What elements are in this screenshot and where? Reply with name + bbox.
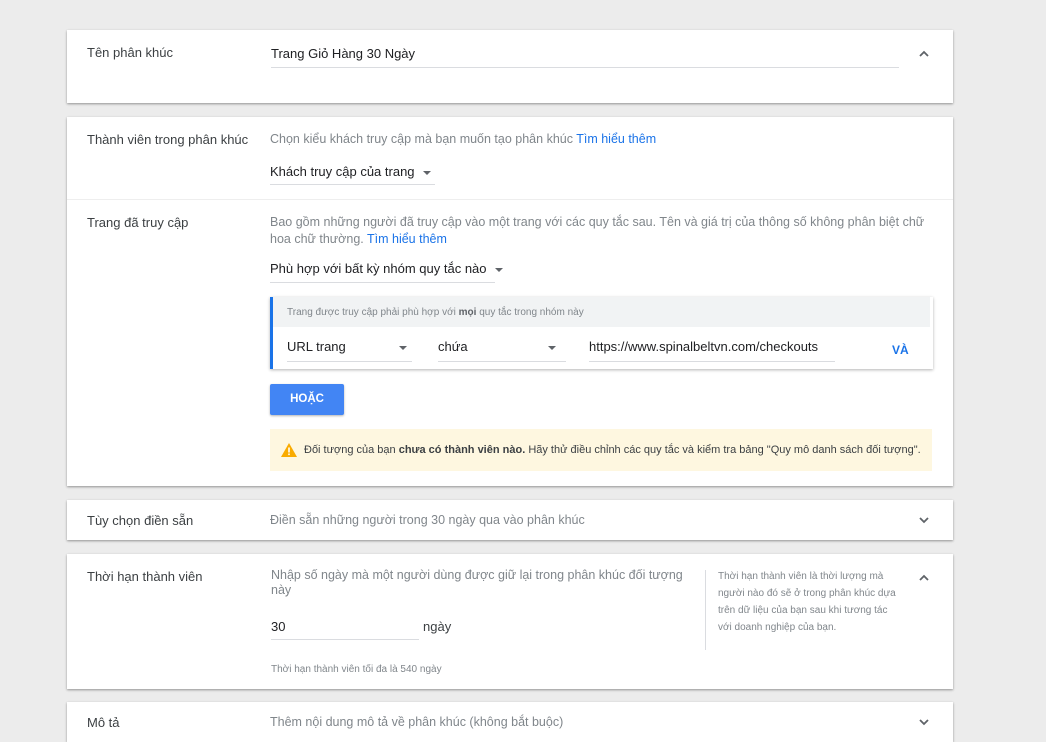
segment-name-label: Tên phân khúc — [87, 45, 174, 60]
rule-operator-value: chứa — [438, 339, 468, 354]
rule-header-suffix: quy tắc trong nhóm này — [479, 307, 584, 318]
segment-name-card: Tên phân khúc Trang Giỏ Hàng 30 Ngày — [67, 30, 953, 103]
prefill-card[interactable]: Tùy chọn điền sẵn Điền sẵn những người t… — [67, 500, 953, 540]
section-divider — [67, 199, 953, 200]
chevron-up-icon[interactable] — [917, 571, 931, 585]
visited-page-description: Bao gồm những người đã truy cập vào một … — [270, 214, 935, 248]
members-card: Thành viên trong phân khúc Chọn kiểu khá… — [67, 117, 953, 486]
segment-name-input[interactable]: Trang Giỏ Hàng 30 Ngày — [271, 46, 415, 61]
members-label: Thành viên trong phân khúc — [87, 132, 249, 147]
and-button[interactable]: VÀ — [892, 343, 909, 357]
visited-page-label: Trang đã truy cập — [87, 215, 189, 230]
warning-text: Đối tượng của bạn chưa có thành viên nào… — [304, 444, 921, 456]
rule-field-dropdown[interactable]: URL trang — [287, 339, 407, 354]
duration-input[interactable]: 30 — [271, 619, 285, 634]
chevron-down-icon[interactable] — [917, 513, 931, 527]
rule-operator-underline — [438, 361, 566, 362]
match-mode-underline — [270, 282, 495, 283]
warning-bold: chưa có thành viên nào. — [398, 444, 526, 456]
warning-icon — [281, 443, 297, 457]
or-button[interactable]: HOẶC — [270, 384, 344, 415]
rule-group-header-text: Trang được truy cập phải phù hợp với mọi… — [287, 307, 584, 318]
match-mode-value: Phù hợp với bất kỳ nhóm quy tắc nào — [270, 261, 487, 276]
prefill-description: Điền sẵn những người trong 30 ngày qua v… — [270, 513, 585, 527]
dropdown-arrow-icon — [494, 267, 503, 272]
rule-header-prefix: Trang được truy cập phải phù hợp với — [287, 307, 456, 318]
members-learn-more-link[interactable]: Tìm hiểu thêm — [576, 132, 656, 146]
dropdown-arrow-icon — [548, 346, 556, 350]
duration-unit: ngày — [423, 619, 452, 634]
warning-banner: Đối tượng của bạn chưa có thành viên nào… — [270, 429, 932, 471]
visitor-type-value: Khách truy cập của trang — [270, 164, 415, 179]
description-placeholder[interactable]: Thêm nội dung mô tả về phân khúc (không … — [270, 715, 563, 729]
duration-card: Thời hạn thành viên Nhập số ngày mà một … — [67, 554, 953, 689]
dropdown-arrow-icon — [399, 346, 407, 350]
dropdown-arrow-icon — [422, 170, 431, 175]
prefill-label: Tùy chọn điền sẵn — [87, 513, 194, 528]
rule-header-bold: mọi — [458, 307, 477, 318]
duration-description: Nhập số ngày mà một người dùng được giữ … — [271, 568, 683, 597]
chevron-up-icon[interactable] — [917, 47, 931, 61]
visitor-type-dropdown[interactable]: Khách truy cập của trang — [270, 164, 431, 179]
segment-name-underline — [271, 67, 899, 68]
duration-help-text: Thời hạn thành viên là thời lượng mà ngư… — [718, 571, 896, 633]
rule-value-input[interactable]: https://www.spinalbeltvn.com/checkouts — [589, 339, 818, 354]
rule-field-value: URL trang — [287, 339, 346, 354]
match-mode-dropdown[interactable]: Phù hợp với bất kỳ nhóm quy tắc nào — [270, 261, 503, 276]
rule-operator-dropdown[interactable]: chứa — [438, 339, 556, 354]
warning-prefix: Đối tượng của bạn — [304, 444, 396, 456]
duration-max-note: Thời hạn thành viên tối đa là 540 ngày — [271, 664, 442, 675]
warning-suffix: Hãy thử điều chỉnh các quy tắc và kiểm t… — [528, 444, 921, 456]
duration-input-underline — [271, 639, 419, 640]
members-description: Chọn kiểu khách truy cập mà bạn muốn tạo… — [270, 132, 656, 146]
help-divider — [705, 570, 706, 650]
rule-group: Trang được truy cập phải phù hợp với mọi… — [270, 297, 933, 369]
rule-field-underline — [287, 361, 412, 362]
members-description-text: Chọn kiểu khách truy cập mà bạn muốn tạo… — [270, 132, 573, 146]
rule-value-underline — [589, 361, 835, 362]
visited-page-learn-more-link[interactable]: Tìm hiểu thêm — [367, 232, 447, 246]
visitor-type-underline — [270, 184, 435, 185]
chevron-down-icon[interactable] — [917, 715, 931, 729]
description-card[interactable]: Mô tả Thêm nội dung mô tả về phân khúc (… — [67, 702, 953, 742]
duration-label: Thời hạn thành viên — [87, 569, 203, 584]
